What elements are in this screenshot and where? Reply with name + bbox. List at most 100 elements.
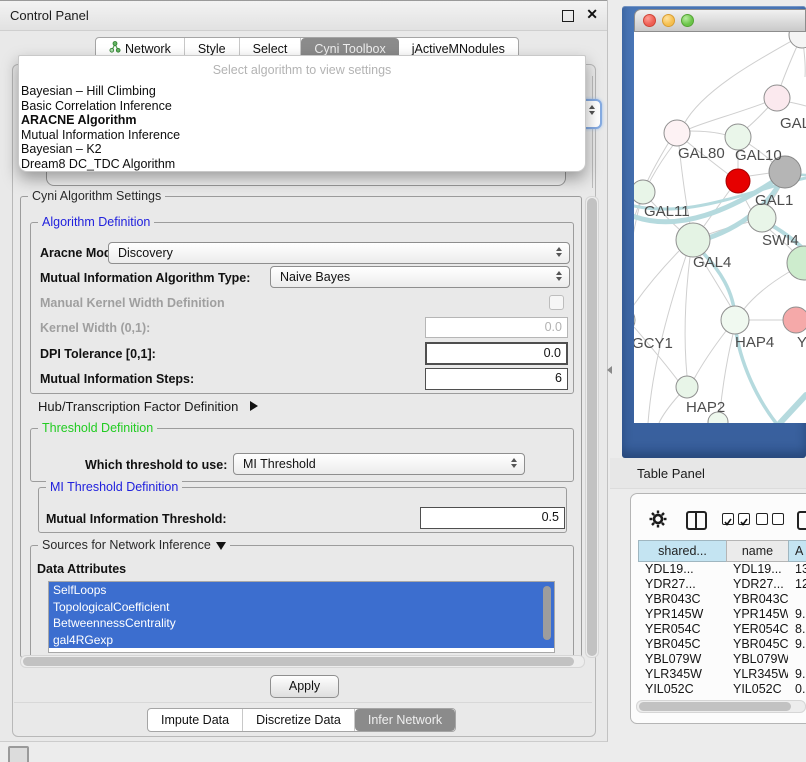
close-icon[interactable]: ✕ [586, 6, 598, 23]
table-row[interactable]: YIL052CYIL052C0. [638, 682, 806, 697]
gear-icon[interactable] [649, 510, 667, 533]
node-label: HAP4 [735, 334, 774, 351]
cell: YIL052C [638, 682, 726, 697]
deselect-all-checkboxes-icon[interactable] [756, 513, 784, 525]
node-label: Y [797, 334, 806, 351]
list-item[interactable]: gal4RGexp [49, 632, 554, 649]
table-row[interactable]: YPR145WYPR145W9. [638, 607, 806, 622]
mi-algorithm-type-combo[interactable]: Naive Bayes [270, 266, 570, 288]
menu-item-dream8[interactable]: Dream8 DC_TDC Algorithm [19, 157, 585, 172]
table-row[interactable]: YBL079WYBL079W [638, 652, 806, 667]
mi-threshold-field[interactable]: 0.5 [420, 507, 565, 529]
cell: YBR045C [638, 637, 726, 652]
cell: 9. [788, 667, 806, 682]
data-attributes-label: Data Attributes [37, 562, 126, 576]
combo-arrows-icon [511, 458, 517, 468]
network-canvas[interactable]: GAL GAL80 GAL10 GAL1 GAL11 SWI4 GAL4 GCY… [634, 32, 806, 423]
aracne-mode-combo[interactable]: Discovery [108, 242, 570, 264]
mi-threshold-definition-label: MI Threshold Definition [46, 481, 182, 494]
network-nodes[interactable] [634, 32, 806, 423]
algorithm-definition-label: Algorithm Definition [38, 216, 154, 229]
list-item[interactable]: SelfLoops [49, 582, 554, 599]
cell: YDL19... [638, 562, 726, 577]
collapsed-panel-icon[interactable] [8, 746, 29, 762]
column-header-partial[interactable]: A [788, 540, 806, 562]
column-header-shared-name[interactable]: shared... [638, 540, 726, 562]
cell: YIL052C [726, 682, 788, 697]
window-title: Control Panel [10, 8, 89, 23]
table-row[interactable]: YDL19...YDL19...13 [638, 562, 806, 577]
cell: YDR27... [726, 577, 788, 592]
menu-item-basic-correlation[interactable]: Basic Correlation Inference [19, 99, 585, 114]
menu-item-bayesian-k2[interactable]: Bayesian – K2 [19, 142, 585, 157]
which-threshold-value: MI Threshold [243, 457, 316, 471]
control-panel-window: Control Panel ✕ Network Style [0, 0, 608, 742]
node-green-partial [787, 246, 806, 280]
cell: YDR27... [638, 577, 726, 592]
node-gal80 [664, 120, 690, 146]
select-all-checkboxes-icon[interactable] [722, 513, 750, 525]
cell: YBL079W [638, 652, 726, 667]
list-item[interactable]: TopologicalCoefficient [49, 599, 554, 616]
settings-horizontal-scrollbar[interactable] [20, 655, 585, 668]
column-header-name[interactable]: name [726, 540, 788, 562]
close-traffic-light[interactable] [643, 14, 656, 27]
data-attributes-list[interactable]: SelfLoops TopologicalCoefficient Between… [48, 581, 555, 653]
which-threshold-combo[interactable]: MI Threshold [233, 453, 525, 475]
table-row[interactable]: YBR043CYBR043C [638, 592, 806, 607]
manual-kernel-width-checkbox[interactable] [549, 295, 564, 310]
cell: YDL19... [726, 562, 788, 577]
cell [788, 592, 806, 607]
split-columns-icon[interactable] [686, 511, 707, 530]
tab-impute-data[interactable]: Impute Data [148, 709, 243, 731]
control-panel-titlebar: Control Panel ✕ [0, 0, 607, 31]
list-vertical-scrollbar[interactable] [543, 586, 551, 640]
cell: YPR145W [638, 607, 726, 622]
table-horizontal-scrollbar[interactable] [636, 700, 806, 713]
mi-algorithm-type-value: Naive Bayes [280, 270, 350, 284]
mi-algorithm-type-label: Mutual Information Algorithm Type: [40, 271, 250, 285]
mi-steps-field[interactable]: 6 [425, 368, 568, 390]
table-row[interactable]: YBR045CYBR045C9. [638, 637, 806, 652]
hub-definition-toggle[interactable]: Hub/Transcription Factor Definition [38, 399, 258, 414]
cell: YBR045C [726, 637, 788, 652]
zoom-traffic-light[interactable] [681, 14, 694, 27]
table-row[interactable]: YLR345WYLR345W9. [638, 667, 806, 682]
table-header-row: shared... name A [638, 540, 806, 562]
settings-vertical-scrollbar[interactable] [585, 196, 599, 658]
cell: YBR043C [638, 592, 726, 607]
cell: 9. [788, 637, 806, 652]
partial-toolbar-icon[interactable] [797, 511, 806, 530]
table-row[interactable]: YER054CYER054C8. [638, 622, 806, 637]
list-item[interactable]: BetweennessCentrality [49, 615, 554, 632]
table-body: YDL19...YDL19...13 YDR27...YDR27...12 YB… [638, 562, 806, 699]
menu-item-bayesian-hill-climbing[interactable]: Bayesian – Hill Climbing [19, 84, 585, 99]
cell: YLR345W [638, 667, 726, 682]
float-window-icon[interactable] [562, 10, 574, 22]
algorithm-dropdown-popup: Select algorithm to view settings Bayesi… [18, 55, 586, 172]
menu-item-mutual-information[interactable]: Mutual Information Inference [19, 128, 585, 143]
dropdown-hint: Select algorithm to view settings [19, 63, 585, 78]
apply-button[interactable]: Apply [270, 675, 339, 698]
dpi-tolerance-field[interactable]: 0.0 [425, 342, 568, 365]
kernel-width-field[interactable]: 0.0 [425, 317, 568, 338]
minimize-traffic-light[interactable] [662, 14, 675, 27]
menu-item-aracne[interactable]: ARACNE Algorithm [19, 113, 585, 128]
sources-toggle[interactable]: Sources for Network Inference [38, 539, 230, 552]
node-label: GAL10 [735, 147, 782, 164]
cell: YER054C [638, 622, 726, 637]
tab-discretize-data[interactable]: Discretize Data [243, 709, 355, 731]
node-gcy1 [634, 307, 635, 333]
node-gal11 [634, 180, 655, 204]
splitter-handle[interactable] [607, 366, 612, 374]
cell: YLR345W [726, 667, 788, 682]
network-window-titlebar[interactable] [634, 9, 806, 32]
sources-label: Sources for Network Inference [42, 539, 211, 552]
cyni-algorithm-settings-label: Cyni Algorithm Settings [28, 190, 165, 203]
expanded-arrow-icon [216, 542, 226, 550]
node-label: HAP2 [686, 399, 725, 416]
node-red-gal1 [726, 169, 750, 193]
tab-infer-network[interactable]: Infer Network [355, 709, 455, 731]
node-gal4 [676, 223, 710, 257]
table-row[interactable]: YDR27...YDR27...12 [638, 577, 806, 592]
